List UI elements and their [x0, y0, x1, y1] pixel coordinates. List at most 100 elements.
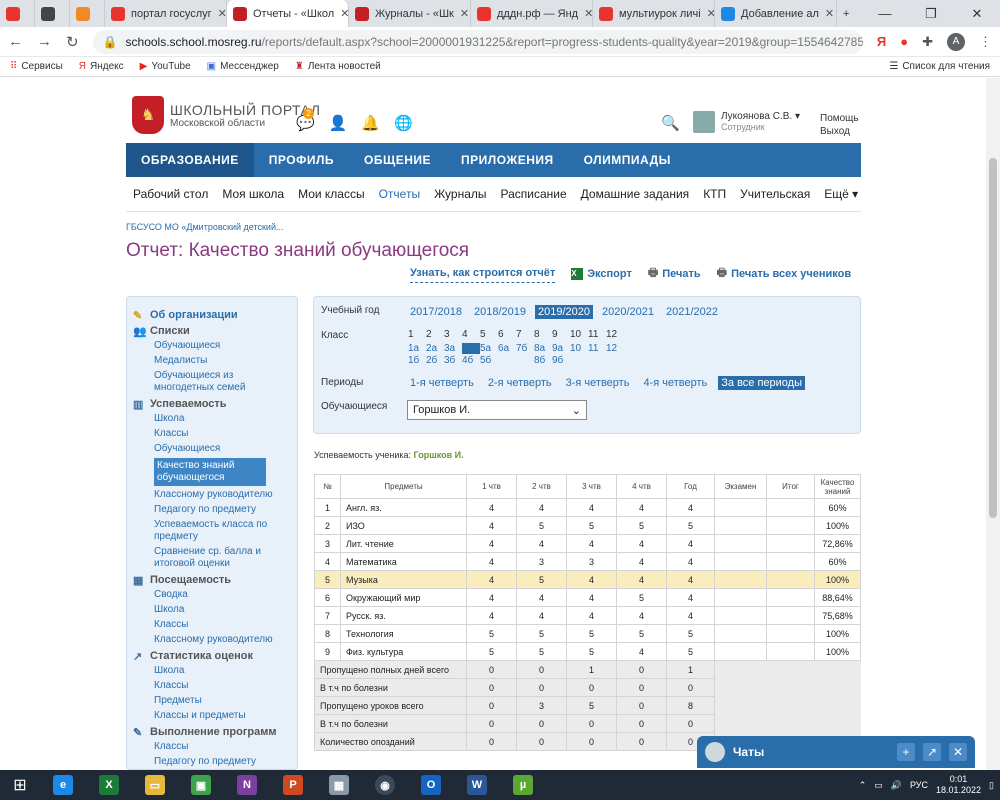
print-all-button[interactable]: 🖶 Печать всех учеников [717, 264, 851, 283]
sidebar-item[interactable]: Качество знаний обучающегося [154, 458, 266, 486]
bell-icon[interactable]: 🔔 [361, 114, 380, 132]
sidebar-item[interactable]: Обучающиеся [133, 340, 291, 352]
main-nav-item[interactable]: ОБРАЗОВАНИЕ [126, 143, 254, 177]
sidebar-item[interactable]: Классы [133, 680, 291, 692]
clock[interactable]: 0:01 18.01.2022 [936, 774, 981, 796]
sidebar-item[interactable]: Школа [133, 413, 291, 425]
chat-widget[interactable]: Чаты + ↗ ✕ [697, 736, 975, 768]
browser-tab[interactable]: портал госуслуг ✕ [105, 0, 227, 27]
new-tab-button[interactable]: + [837, 0, 855, 27]
class-option[interactable]: 10 [570, 343, 588, 354]
sub-nav-item[interactable]: КТП [696, 187, 733, 201]
main-nav-item[interactable]: ОБЩЕНИЕ [349, 143, 446, 177]
close-tab-icon[interactable]: ✕ [218, 7, 226, 20]
sidebar-item[interactable]: Классному руководителю [133, 634, 291, 646]
class-option[interactable]: 4б [462, 355, 480, 366]
yandex-extension-icon[interactable]: Я [877, 34, 886, 49]
sub-nav-item[interactable]: Журналы [427, 187, 493, 201]
close-tab-icon[interactable]: ✕ [584, 7, 592, 20]
bookmark-item[interactable]: ⠿ Сервисы [10, 61, 63, 72]
close-tab-icon[interactable]: ✕ [707, 7, 714, 20]
class-option[interactable]: 8б [534, 355, 552, 366]
sidebar-item[interactable]: Медалисты [133, 355, 291, 367]
sub-nav-item[interactable]: Моя школа [215, 187, 291, 201]
forward-icon[interactable]: → [37, 33, 52, 50]
language-indicator[interactable]: РУС [910, 780, 928, 790]
class-option[interactable]: 7б [516, 343, 534, 354]
class-option[interactable]: 1а [408, 343, 426, 354]
browser-tab[interactable]: Добавление ал ✕ [715, 0, 837, 27]
class-option[interactable]: 6а [498, 343, 516, 354]
sub-nav-item[interactable]: Мои классы [291, 187, 372, 201]
sub-nav-item[interactable]: Рабочий стол [126, 187, 215, 201]
notifications-icon[interactable]: ▯ [989, 780, 994, 791]
globe-icon[interactable]: 🌐 [394, 114, 413, 132]
bookmark-item[interactable]: ▣ Мессенджер [207, 61, 279, 72]
class-option[interactable]: 5б [480, 355, 498, 366]
onenote-icon[interactable]: N [224, 770, 270, 800]
export-button[interactable]: X Экспорт [571, 264, 632, 283]
sidebar-item[interactable]: Школа [133, 604, 291, 616]
breadcrumb[interactable]: ГБСУСО МО «Дмитровский детский... [126, 222, 284, 232]
volume-icon[interactable]: 🔊 [891, 780, 902, 791]
browser-tab[interactable] [70, 0, 105, 27]
class-option[interactable]: 11 [588, 343, 606, 354]
class-option[interactable]: 12 [606, 343, 624, 354]
browser-tab[interactable] [0, 0, 35, 27]
bookmark-item[interactable]: ▶ YouTube [140, 61, 191, 72]
browser-tab[interactable]: мультиурок личі ✕ [593, 0, 715, 27]
sidebar-item[interactable]: Классному руководителю [133, 489, 291, 501]
popout-icon[interactable]: ↗ [923, 743, 941, 761]
browser-tab[interactable]: Журналы - «Шк ✕ [349, 0, 471, 27]
close-window-icon[interactable]: ✕ [954, 0, 1000, 27]
reload-icon[interactable]: ↻ [66, 33, 79, 51]
powerpoint-icon[interactable]: P [270, 770, 316, 800]
sidebar-item[interactable]: Сводка [133, 589, 291, 601]
sub-nav-item[interactable]: Расписание [494, 187, 574, 201]
chrome-icon[interactable]: ◉ [362, 770, 408, 800]
close-tab-icon[interactable]: ✕ [460, 7, 469, 20]
sidebar-item[interactable]: Успеваемость класса по предмету [133, 519, 291, 543]
browser-tab[interactable] [35, 0, 70, 27]
sidebar-item[interactable]: Обучающиеся из многодетных семей [133, 370, 291, 394]
reading-list[interactable]: ☰ Список для чтения [889, 61, 990, 72]
class-option[interactable]: 5а [480, 343, 498, 354]
sidebar-item[interactable]: Школа [133, 665, 291, 677]
browser-tab[interactable]: Отчеты - «Школ ✕ [227, 0, 349, 27]
sidebar-org[interactable]: ✎ Об организации [133, 309, 291, 322]
class-option[interactable]: 9а [552, 343, 570, 354]
sidebar-item[interactable]: Педагогу по предмету [133, 756, 291, 768]
outlook-icon[interactable]: O [408, 770, 454, 800]
sidebar-item[interactable]: Педагогу по предмету [133, 504, 291, 516]
sub-nav-item[interactable]: Учительская [733, 187, 817, 201]
profile-icon[interactable]: 👤 [329, 114, 348, 132]
class-option[interactable]: 8а [534, 343, 552, 354]
period-option[interactable]: За все периоды [718, 376, 805, 390]
period-option[interactable]: 4-я четверть [640, 376, 710, 390]
class-option[interactable]: 1б [408, 355, 426, 366]
scrollbar-thumb[interactable] [989, 158, 997, 518]
logout-link[interactable]: Выход [820, 125, 859, 138]
sub-nav-item[interactable]: Ещё ▾ [817, 187, 865, 201]
calculator-icon[interactable]: ▦ [316, 770, 362, 800]
sidebar-item[interactable]: Классы и предметы [133, 710, 291, 722]
period-option[interactable]: 2-я четверть [485, 376, 555, 390]
bookmark-item[interactable]: ♜ Лента новостей [295, 61, 381, 72]
store-icon[interactable]: ▣ [178, 770, 224, 800]
main-nav-item[interactable]: ПРИЛОЖЕНИЯ [446, 143, 569, 177]
close-tab-icon[interactable]: ✕ [340, 7, 348, 20]
main-nav-item[interactable]: ПРОФИЛЬ [254, 143, 349, 177]
file-explorer-icon[interactable]: ▭ [132, 770, 178, 800]
bookmark-item[interactable]: Я Яндекс [79, 61, 124, 72]
page-scrollbar[interactable] [986, 78, 1000, 770]
profile-avatar[interactable]: A [947, 32, 965, 51]
year-option[interactable]: 2018/2019 [471, 305, 529, 319]
sidebar-item[interactable]: Классы [133, 741, 291, 753]
class-option[interactable]: 3б [444, 355, 462, 366]
class-option[interactable]: 4а [462, 343, 480, 354]
tray-arrow-icon[interactable]: ⌃ [859, 780, 867, 791]
ie-icon[interactable]: e [40, 770, 86, 800]
year-option[interactable]: 2019/2020 [535, 305, 593, 319]
class-option[interactable]: 3а [444, 343, 462, 354]
user-block[interactable]: Лукоянова С.В. ▾ Сотрудник [693, 111, 800, 133]
